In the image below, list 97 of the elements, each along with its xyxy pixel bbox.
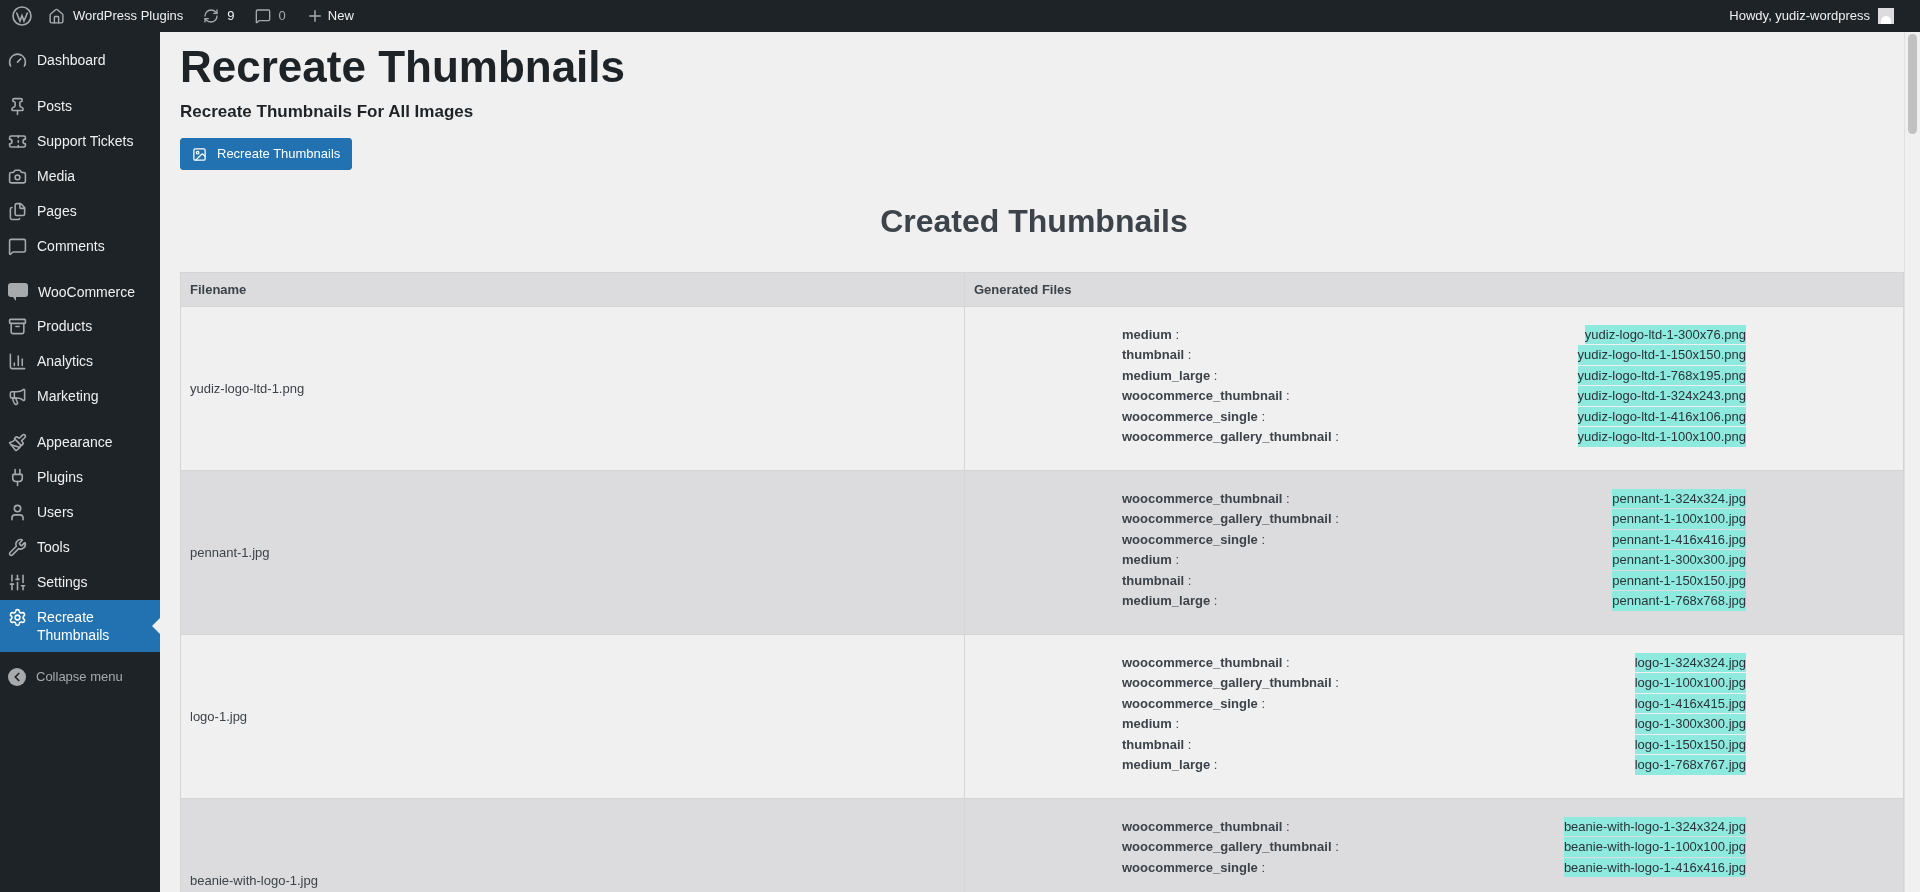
section-title: Created Thumbnails — [879, 202, 1189, 241]
gauge-icon — [8, 51, 27, 70]
sidebar-menu-item[interactable]: Settings — [0, 565, 160, 600]
size-label: thumbnail : — [1122, 735, 1192, 754]
sidebar-menu-item[interactable]: Pages — [0, 194, 160, 229]
size-label: woocommerce_single : — [1122, 858, 1266, 877]
generated-filename: pennant-1-416x416.jpg — [1612, 529, 1746, 549]
generated-filename: logo-1-768x767.jpg — [1634, 755, 1746, 775]
size-label: medium : — [1122, 551, 1180, 569]
filename-cell: pennant-1.jpg — [180, 470, 965, 635]
sidebar-menu-item[interactable]: Comments — [0, 229, 160, 264]
size-label: woocommerce_thumbnail : — [1122, 387, 1290, 405]
camera-icon — [8, 167, 27, 186]
page-title: Recreate Thumbnails — [180, 41, 627, 93]
woo-bubble-icon — [8, 283, 28, 301]
size-label: woocommerce_single : — [1122, 530, 1266, 549]
size-label: medium_large : — [1122, 592, 1218, 610]
size-label: medium : — [1122, 325, 1180, 344]
generated-filename: beanie-with-logo-1-324x324.jpg — [1563, 816, 1746, 836]
brush-icon — [8, 433, 27, 452]
generated-filename: yudiz-logo-ltd-1-300x76.png — [1584, 324, 1746, 344]
generated-filename: logo-1-416x415.jpg — [1634, 693, 1746, 713]
user-icon — [8, 503, 27, 522]
column-header: Generated Files — [964, 272, 1904, 307]
size-label: woocommerce_gallery_thumbnail : — [1122, 428, 1339, 446]
sidebar-menu-item[interactable]: Tools — [0, 530, 160, 565]
sidebar-menu-item[interactable]: Analytics — [0, 344, 160, 379]
sidebar-menu-item[interactable]: Recreate Thumbnails — [0, 600, 160, 652]
filename-cell: beanie-with-logo-1.jpg — [180, 798, 965, 892]
gear-icon — [8, 608, 27, 627]
size-label: medium_large : — [1122, 366, 1218, 385]
size-label: woocommerce_thumbnail : — [1122, 489, 1290, 508]
new-link[interactable]: New — [297, 0, 362, 32]
sidebar-menu-item[interactable]: Plugins — [0, 460, 160, 495]
size-label: woocommerce_gallery_thumbnail : — [1122, 838, 1339, 856]
filename-cell: logo-1.jpg — [180, 634, 965, 799]
size-label: medium_large : — [1122, 756, 1218, 774]
wrench-icon — [8, 538, 27, 557]
page-subtitle: Recreate Thumbnails For All Images — [180, 101, 475, 123]
size-label: medium : — [1122, 715, 1180, 733]
size-label: woocommerce_single : — [1122, 694, 1266, 713]
bar-chart-icon — [8, 352, 27, 371]
image-icon — [192, 146, 207, 162]
generated-filename: logo-1-100x100.jpg — [1634, 673, 1746, 693]
comments-link[interactable]: 0 — [242, 0, 298, 32]
recreate-thumbnails-button[interactable]: Recreate Thumbnails — [180, 138, 353, 170]
sidebar-menu-item[interactable]: Posts — [0, 89, 160, 124]
filename-cell: yudiz-logo-ltd-1.png — [180, 306, 965, 471]
sliders-icon — [8, 573, 27, 592]
home-icon — [48, 7, 65, 25]
sidebar-menu-item[interactable]: Appearance — [0, 425, 160, 460]
generated-filename: yudiz-logo-ltd-1-100x100.png — [1577, 427, 1746, 447]
generated-filename: pennant-1-324x324.jpg — [1612, 488, 1746, 508]
speech-bubble-icon — [254, 8, 271, 24]
megaphone-icon — [8, 387, 27, 406]
generated-filename: logo-1-300x300.jpg — [1634, 714, 1746, 734]
size-label: thumbnail : — [1122, 571, 1192, 590]
generated-filename: pennant-1-768x768.jpg — [1612, 591, 1746, 611]
updates-link[interactable]: 9 — [195, 0, 243, 32]
sidebar-menu-item[interactable]: Media — [0, 159, 160, 194]
archive-icon — [8, 317, 27, 336]
refresh-icon — [203, 8, 220, 24]
size-label: thumbnail : — [1122, 346, 1192, 364]
generated-filename: pennant-1-150x150.jpg — [1612, 570, 1746, 590]
sidebar-menu-item[interactable]: WooCommerce — [0, 275, 160, 309]
sidebar-menu-item[interactable]: Dashboard — [0, 43, 160, 78]
sidebar-menu-item[interactable]: Marketing — [0, 379, 160, 414]
generated-filename: yudiz-logo-ltd-1-768x195.png — [1577, 365, 1746, 385]
generated-filename: logo-1-150x150.jpg — [1634, 734, 1746, 754]
sidebar-menu-item[interactable]: Support Tickets — [0, 124, 160, 159]
sidebar-menu-item[interactable]: Users — [0, 495, 160, 530]
generated-filename: yudiz-logo-ltd-1-324x243.png — [1577, 386, 1746, 406]
generated-filename: pennant-1-300x300.jpg — [1612, 550, 1746, 570]
generated-filename: logo-1-324x324.jpg — [1634, 652, 1746, 672]
generated-filename: yudiz-logo-ltd-1-150x150.png — [1577, 345, 1746, 365]
size-label: woocommerce_gallery_thumbnail : — [1122, 510, 1339, 528]
generated-filename: yudiz-logo-ltd-1-416x106.png — [1577, 406, 1746, 426]
size-label: woocommerce_gallery_thumbnail : — [1122, 674, 1339, 692]
avatar-icon — [1878, 8, 1894, 24]
size-label: woocommerce_thumbnail : — [1122, 653, 1290, 672]
account-link[interactable]: Howdy, yudiz-wordpress — [1729, 0, 1912, 32]
pin-icon — [8, 97, 27, 116]
speech-bubble-icon — [8, 237, 27, 256]
collapse-menu-button[interactable]: Collapse menu — [0, 663, 160, 691]
tickets-icon — [8, 132, 27, 151]
generated-filename: beanie-with-logo-1-100x100.jpg — [1563, 837, 1746, 857]
sidebar-menu-item[interactable]: Products — [0, 309, 160, 344]
size-label: woocommerce_thumbnail : — [1122, 817, 1290, 836]
scrollbar[interactable] — [1904, 32, 1920, 892]
site-name-link[interactable]: WordPress Plugins — [36, 0, 196, 32]
generated-filename: beanie-with-logo-1-416x416.jpg — [1563, 857, 1746, 877]
generated-filename: pennant-1-100x100.jpg — [1612, 509, 1746, 529]
wordpress-logo-icon[interactable] — [12, 6, 32, 26]
current-indicator-icon — [152, 618, 160, 634]
size-label: woocommerce_single : — [1122, 407, 1266, 426]
column-header: Filename — [180, 272, 965, 307]
pages-icon — [8, 202, 27, 221]
